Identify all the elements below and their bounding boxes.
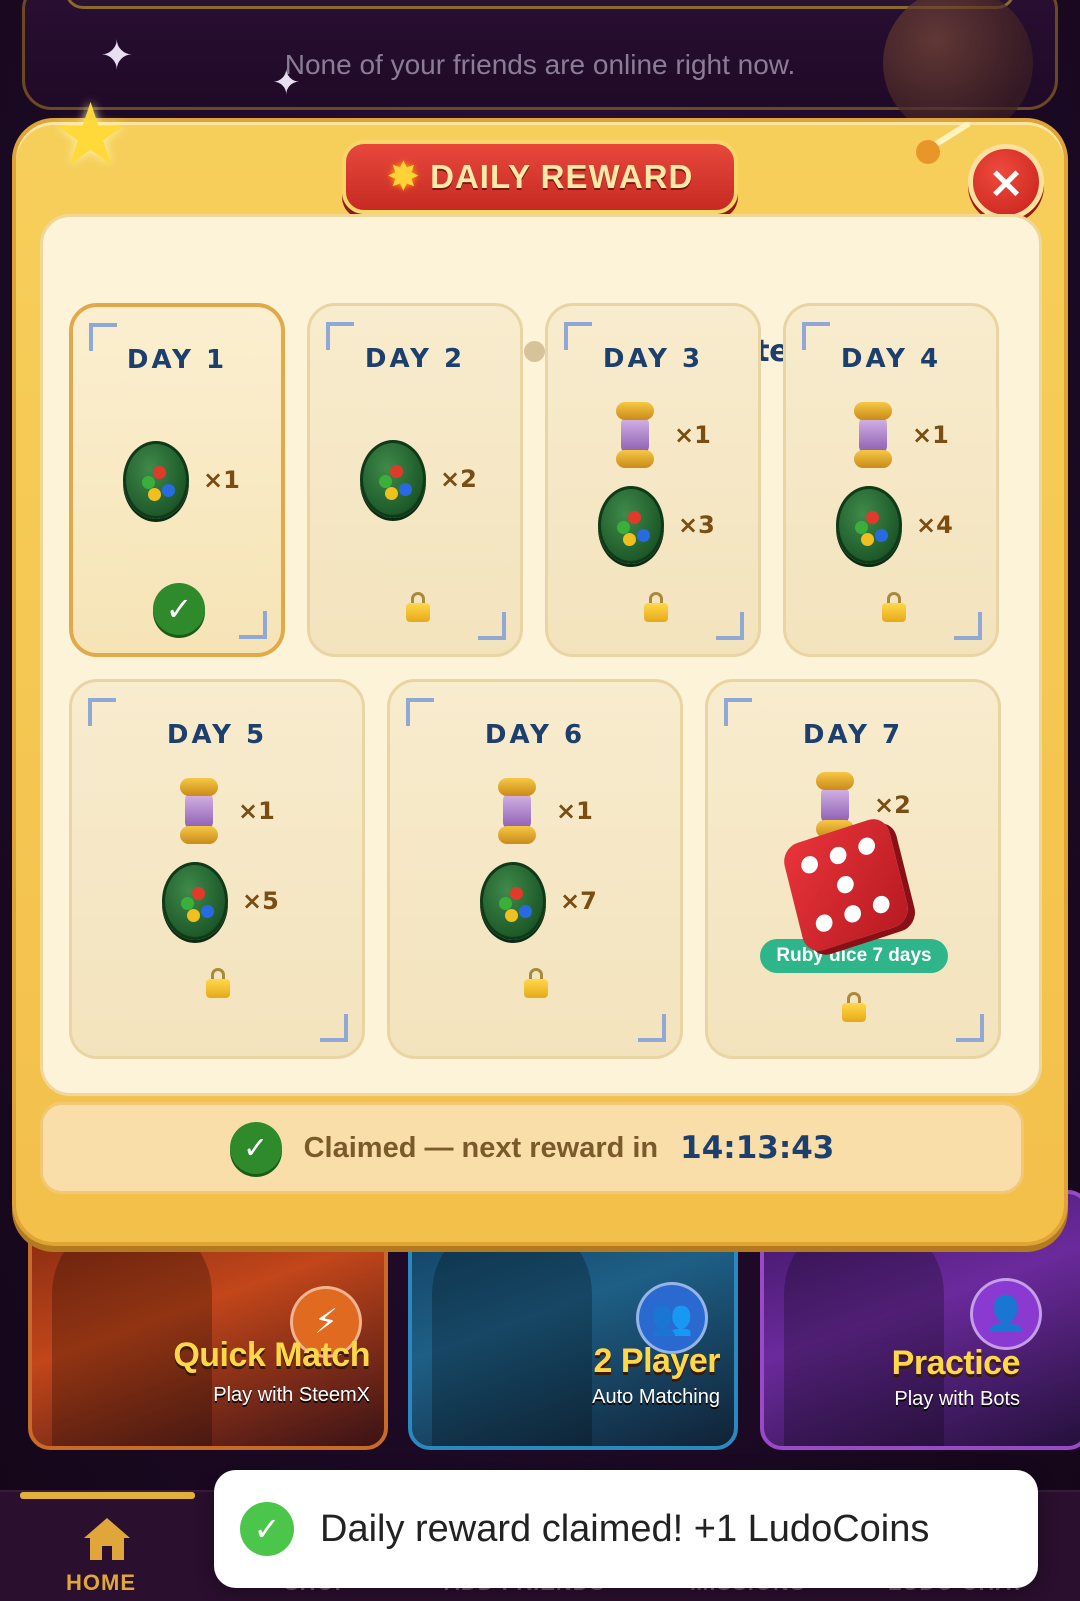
claim-status-bar: ✓ Claimed — next reward in 14:13:43 [40,1102,1024,1194]
reward-row: ×1 [610,402,711,468]
day-label: DAY 2 [364,344,466,374]
ludo-coin-icon [360,440,426,518]
active-tab-indicator [20,1492,195,1499]
day-label: DAY 5 [166,720,268,750]
quick-match-title: Quick Match [173,1336,370,1374]
lock-icon [644,592,668,622]
lock-icon [524,968,548,998]
nav-home[interactable]: HOME [66,1570,136,1596]
lock-icon [206,968,230,998]
claimed-check-icon: ✓ [153,583,205,635]
reward-row: ×7 [480,862,597,940]
reward-panel: 1/7 collected DAY 1 ×1 ✓ DAY 2 ×2 [40,214,1042,1096]
sparkle-icon: ✦ [272,63,301,103]
reward-row: ×4 [836,486,953,564]
success-toast: ✓ Daily reward claimed! +1 LudoCoins [214,1470,1038,1588]
hourglass-icon [610,402,660,468]
reward-quantity: ×3 [678,511,715,539]
day-label: DAY 4 [840,344,942,374]
corner-bracket [320,1014,348,1042]
quick-match-subtitle: Play with SteemX [213,1384,370,1406]
ludo-coin-icon [598,486,664,564]
comet-decoration-icon [916,122,970,164]
day-card-3[interactable]: DAY 3 ×1 ×3 [545,303,761,657]
ludo-coin-icon [123,441,189,519]
daily-reward-modal: ★ ✸ DAILY REWARD × 1/7 collected DAY 1 ×… [12,92,1068,1246]
reward-quantity: ×2 [874,791,911,819]
day-label: DAY 7 [802,720,904,750]
reward-quantity: ×1 [203,466,240,494]
corner-bracket [954,612,982,640]
corner-bracket [638,1014,666,1042]
corner-bracket [478,612,506,640]
day-card-6[interactable]: DAY 6 ×1 ×7 [387,679,683,1059]
top-bar-edge [65,0,1015,9]
home-icon[interactable] [82,1516,132,1562]
corner-bracket [239,611,267,639]
reward-row: ×2 [360,440,477,518]
corner-bracket [956,1014,984,1042]
day-label: DAY 3 [602,344,704,374]
reward-row: ×1 [492,778,593,844]
check-icon: ✓ [240,1502,294,1556]
corner-bracket [716,612,744,640]
lock-icon [842,992,866,1022]
reward-quantity: ×1 [674,421,711,449]
user-icon: 👤 [970,1278,1042,1350]
reward-row: ×1 [174,778,275,844]
hourglass-icon [174,778,224,844]
claim-status-text: Claimed — next reward in [303,1131,659,1164]
reward-row: ×1 [848,402,949,468]
day-card-4[interactable]: DAY 4 ×1 ×4 [783,303,999,657]
daily-reward-title-banner: ✸ DAILY REWARD [342,140,738,214]
reward-quantity: ×7 [560,887,597,915]
friends-online-panel: None of your friends are online right no… [22,0,1058,138]
lock-icon [882,592,906,622]
day-label: DAY 1 [126,345,228,375]
lock-icon [406,592,430,622]
reward-quantity: ×1 [238,797,275,825]
close-button[interactable]: × [968,144,1044,220]
progress-dot [524,340,545,362]
day-card-7[interactable]: DAY 7 ×2 Ruby dice 7 days [705,679,1001,1059]
toast-message: Daily reward claimed! +1 LudoCoins [320,1507,930,1550]
modal-title: DAILY REWARD [430,158,694,195]
sparkle-icon: ✦ [100,33,134,79]
star-icon: ✸ [386,154,421,200]
ludo-coin-icon [480,862,546,940]
reward-row: ×3 [598,486,715,564]
check-icon: ✓ [229,1122,282,1174]
ludo-coin-icon [162,862,228,940]
friends-status-text: None of your friends are online right no… [284,49,796,80]
character-illustration [52,1214,212,1446]
day-label: DAY 6 [484,720,586,750]
two-player-title: 2 Player [593,1342,721,1380]
day-card-2[interactable]: DAY 2 ×2 [307,303,523,657]
reward-quantity: ×1 [912,421,949,449]
star-decoration-icon: ★ [52,85,130,185]
day-card-5[interactable]: DAY 5 ×1 ×5 [69,679,365,1059]
reward-quantity: ×2 [440,465,477,493]
character-illustration [784,1214,944,1446]
practice-subtitle: Play with Bots [894,1388,1020,1410]
character-illustration [432,1214,592,1446]
reward-quantity: ×4 [916,511,953,539]
reward-row: ×1 [123,441,240,519]
hourglass-icon [492,778,542,844]
reward-row: ×5 [162,862,279,940]
two-player-subtitle: Auto Matching [592,1386,720,1408]
hourglass-icon [848,402,898,468]
ruby-dice-badge: Ruby dice 7 days [760,939,948,973]
reward-quantity: ×1 [556,797,593,825]
reward-quantity: ×5 [242,887,279,915]
day-card-1[interactable]: DAY 1 ×1 ✓ [69,303,285,657]
ludo-coin-icon [836,486,902,564]
practice-title: Practice [891,1344,1021,1382]
next-reward-timer: 14:13:43 [680,1130,835,1166]
